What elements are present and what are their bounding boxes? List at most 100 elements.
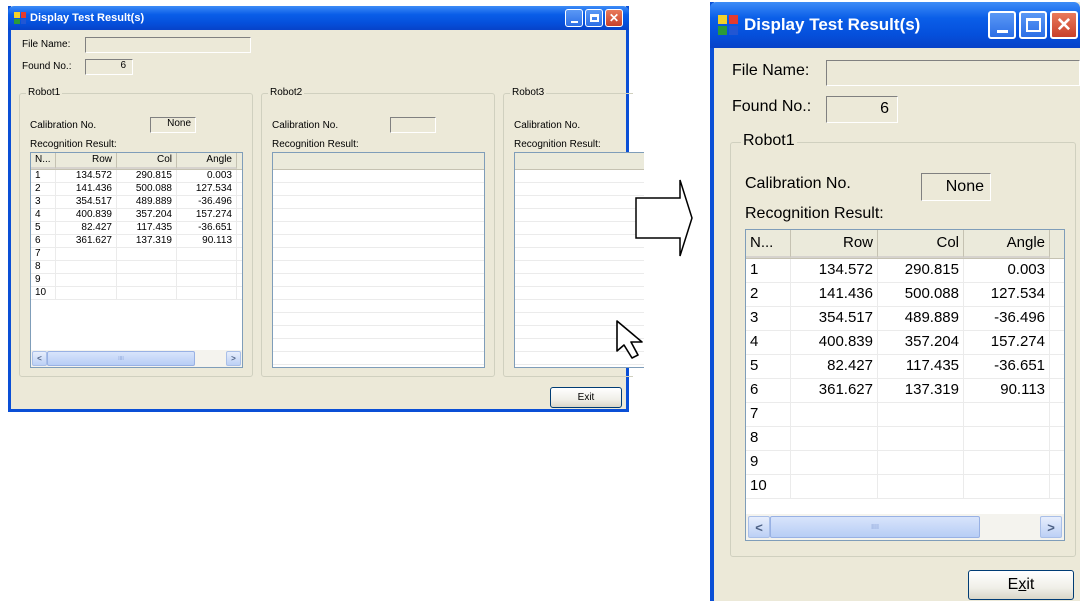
table-row[interactable]: 7 — [31, 248, 242, 261]
column-header-n[interactable]: N... — [746, 230, 791, 258]
cell-n: 3 — [746, 307, 791, 330]
cell-angle: -36.496 — [177, 196, 237, 208]
empty-row — [515, 222, 644, 235]
empty-row — [273, 248, 484, 261]
table-row[interactable]: 6 361.627 137.319 90.113 — [31, 235, 242, 248]
minimize-button[interactable] — [565, 9, 583, 27]
scroll-right-icon[interactable]: > — [226, 351, 241, 366]
cell-n: 2 — [746, 283, 791, 306]
cell-angle: -36.651 — [964, 355, 1050, 378]
cell-n: 9 — [31, 274, 56, 286]
table-row[interactable]: 2 141.436 500.088 127.534 — [746, 283, 1064, 307]
cell-col: 357.204 — [117, 209, 177, 221]
minimize-button[interactable] — [988, 11, 1016, 39]
calibration-label: Calibration No. — [272, 120, 339, 131]
file-name-field[interactable] — [826, 60, 1080, 86]
empty-row — [273, 287, 484, 300]
exit-button[interactable]: Exit — [550, 387, 622, 408]
cell-col: 137.319 — [117, 235, 177, 247]
cell-n: 2 — [31, 183, 56, 195]
right-arrow-icon — [635, 179, 693, 257]
app-icon — [14, 12, 26, 24]
calibration-field: None — [150, 117, 196, 133]
table-row[interactable]: 6 361.627 137.319 90.113 — [746, 379, 1064, 403]
horizontal-scrollbar[interactable]: < IIII > — [746, 514, 1064, 540]
column-header-angle[interactable]: Angle — [177, 153, 237, 169]
cell-n: 6 — [746, 379, 791, 402]
empty-row — [515, 209, 644, 222]
cell-row: 400.839 — [56, 209, 117, 221]
window-title: Display Test Result(s) — [744, 15, 921, 34]
cell-n: 1 — [746, 259, 791, 282]
cell-col — [117, 248, 177, 260]
cell-col — [117, 274, 177, 286]
column-header-row[interactable]: Row — [791, 230, 878, 258]
app-icon — [718, 15, 738, 35]
table-row[interactable]: 10 — [746, 475, 1064, 499]
maximize-button[interactable] — [1019, 11, 1047, 39]
table-row[interactable]: 10 — [31, 287, 242, 300]
scroll-left-icon[interactable]: < — [32, 351, 47, 366]
table-row[interactable]: 9 — [746, 451, 1064, 475]
empty-row — [273, 183, 484, 196]
table-row[interactable]: 5 82.427 117.435 -36.651 — [31, 222, 242, 235]
cell-angle: -36.651 — [177, 222, 237, 234]
table-row[interactable]: 3 354.517 489.889 -36.496 — [31, 196, 242, 209]
found-no-label: Found No.: — [732, 98, 812, 115]
title-bar[interactable]: Display Test Result(s) ✕ — [8, 6, 629, 30]
scroll-thumb[interactable]: IIII — [47, 351, 195, 366]
calibration-label: Calibration No. — [30, 120, 97, 131]
cell-row — [791, 475, 878, 498]
minimize-icon — [570, 20, 578, 23]
table-row[interactable]: 4 400.839 357.204 157.274 — [31, 209, 242, 222]
recognition-listview[interactable] — [272, 152, 485, 368]
table-row[interactable]: 2 141.436 500.088 127.534 — [31, 183, 242, 196]
cell-angle: 0.003 — [177, 170, 237, 182]
scroll-right-icon[interactable]: > — [1040, 516, 1062, 538]
cell-n: 8 — [746, 427, 791, 450]
table-row[interactable]: 9 — [31, 274, 242, 287]
cell-row: 354.517 — [791, 307, 878, 330]
empty-header — [515, 153, 644, 170]
table-row[interactable]: 5 82.427 117.435 -36.651 — [746, 355, 1064, 379]
horizontal-scrollbar[interactable]: < IIII > — [31, 350, 242, 367]
table-row[interactable]: 8 — [746, 427, 1064, 451]
table-row[interactable]: 8 — [31, 261, 242, 274]
title-bar[interactable]: Display Test Result(s) ✕ — [710, 2, 1080, 48]
recognition-listview[interactable]: N... Row Col Angle 1 134.572 290.815 0.003 2… — [745, 229, 1065, 541]
column-header-col[interactable]: Col — [117, 153, 177, 169]
maximize-button[interactable] — [585, 9, 603, 27]
close-icon: ✕ — [608, 11, 620, 25]
cell-n: 7 — [746, 403, 791, 426]
column-header-row[interactable]: Row — [56, 153, 117, 169]
table-row[interactable]: 1 134.572 290.815 0.003 — [31, 170, 242, 183]
close-button[interactable]: ✕ — [605, 9, 623, 27]
exit-button[interactable]: Exit — [968, 570, 1074, 600]
cell-angle — [964, 475, 1050, 498]
cell-col: 117.435 — [117, 222, 177, 234]
table-row[interactable]: 1 134.572 290.815 0.003 — [746, 259, 1064, 283]
column-header-col[interactable]: Col — [878, 230, 964, 258]
empty-row — [273, 326, 484, 339]
column-header-angle[interactable]: Angle — [964, 230, 1050, 258]
table-row[interactable]: 7 — [746, 403, 1064, 427]
small-window: Display Test Result(s) ✕ File Name: Foun… — [8, 6, 644, 412]
calibration-label: Calibration No. — [514, 120, 581, 131]
recognition-listview[interactable]: N... Row Col Angle 1 134.572 290.815 0.003 2… — [30, 152, 243, 368]
robot3-title: Robot3 — [510, 87, 547, 98]
scroll-thumb[interactable]: IIII — [770, 516, 980, 538]
table-row[interactable]: 4 400.839 357.204 157.274 — [746, 331, 1064, 355]
file-name-label: File Name: — [732, 62, 810, 79]
scroll-left-icon[interactable]: < — [748, 516, 770, 538]
table-row[interactable]: 3 354.517 489.889 -36.496 — [746, 307, 1064, 331]
cell-col — [878, 427, 964, 450]
empty-row — [273, 222, 484, 235]
file-name-field[interactable] — [85, 37, 251, 53]
close-button[interactable]: ✕ — [1050, 11, 1078, 39]
empty-row — [515, 170, 644, 183]
column-header-n[interactable]: N... — [31, 153, 56, 169]
maximize-icon — [589, 14, 599, 22]
cell-row: 354.517 — [56, 196, 117, 208]
cell-row — [56, 274, 117, 286]
cell-row — [56, 287, 117, 299]
